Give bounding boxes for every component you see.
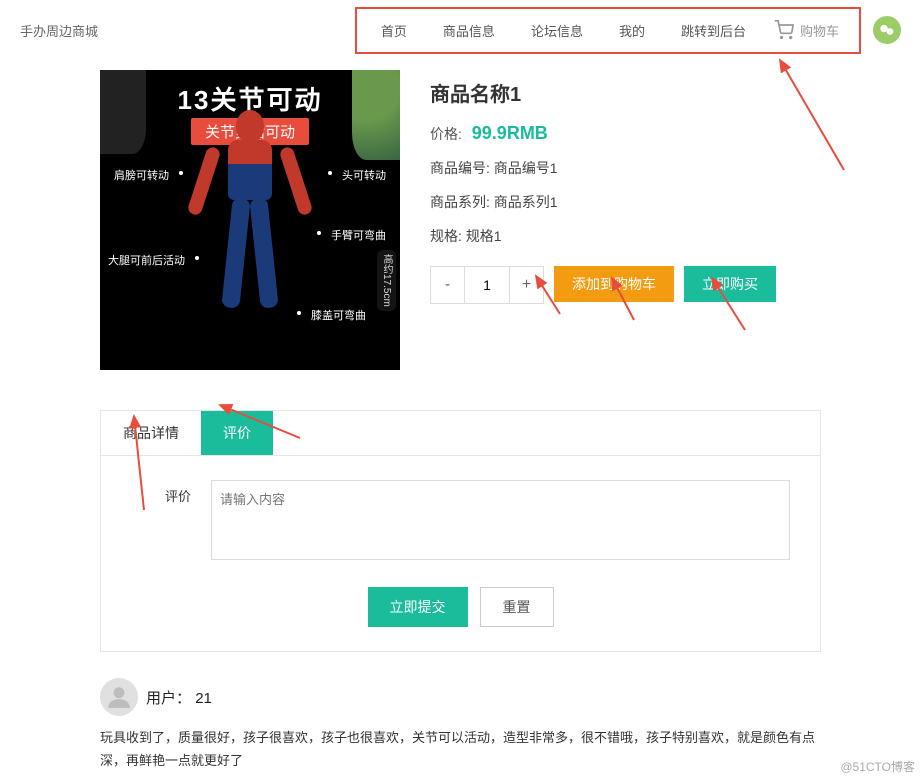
price-value: 99.9RMB bbox=[472, 123, 548, 143]
caption-thigh: 大腿可前后活动 bbox=[102, 250, 191, 270]
watermark: @51CTO博客 bbox=[840, 758, 915, 775]
quantity-stepper: - + bbox=[430, 266, 544, 304]
nav-forum[interactable]: 论坛信息 bbox=[513, 15, 601, 46]
caption-knee: 膝盖可弯曲 bbox=[305, 305, 372, 325]
buy-now-button[interactable]: 立即购买 bbox=[684, 266, 776, 302]
code-label: 商品编号: bbox=[430, 160, 490, 176]
avatar bbox=[100, 678, 138, 716]
cart-icon bbox=[774, 20, 794, 40]
review-user-id: 21 bbox=[195, 690, 212, 707]
review-user-label: 用户： bbox=[146, 690, 191, 707]
site-title: 手办周边商城 bbox=[20, 21, 98, 40]
review-text: 玩具收到了，质量很好，孩子很喜欢，孩子也很喜欢，关节可以活动，造型非常多，很不错… bbox=[100, 726, 821, 773]
review-textarea[interactable] bbox=[211, 480, 790, 560]
add-to-cart-button[interactable]: 添加到购物车 bbox=[554, 266, 674, 302]
series-label: 商品系列: bbox=[430, 194, 490, 210]
qty-plus-button[interactable]: + bbox=[509, 267, 543, 303]
reset-button[interactable]: 重置 bbox=[480, 587, 554, 627]
reviews-list: 用户： 21 玩具收到了，质量很好，孩子很喜欢，孩子也很喜欢，关节可以活动，造型… bbox=[100, 670, 821, 781]
qty-input[interactable] bbox=[465, 267, 509, 303]
submit-button[interactable]: 立即提交 bbox=[368, 587, 468, 627]
tab-review[interactable]: 评价 bbox=[201, 411, 273, 455]
nav-mine[interactable]: 我的 bbox=[601, 15, 663, 46]
tab-detail[interactable]: 商品详情 bbox=[101, 411, 201, 455]
review-item: 用户： 21 玩具收到了，质量很好，孩子很喜欢，孩子也很喜欢，关节可以活动，造型… bbox=[100, 670, 821, 781]
caption-head: 头可转动 bbox=[336, 165, 392, 185]
nav-admin[interactable]: 跳转到后台 bbox=[663, 15, 764, 46]
top-nav: 首页 商品信息 论坛信息 我的 跳转到后台 购物车 bbox=[355, 7, 861, 54]
caption-height: 高约17.5cm bbox=[377, 250, 396, 311]
price-label: 价格: bbox=[430, 126, 462, 142]
product-name: 商品名称1 bbox=[430, 78, 821, 107]
code-value: 商品编号1 bbox=[494, 160, 558, 176]
wechat-icon[interactable] bbox=[873, 16, 901, 44]
cart-link[interactable]: 购物车 bbox=[764, 16, 849, 44]
tabs-section: 商品详情 评价 评价 立即提交 重置 bbox=[100, 410, 821, 652]
nav-home[interactable]: 首页 bbox=[363, 15, 425, 46]
caption-shoulder: 肩膀可转动 bbox=[108, 165, 175, 185]
product-info: 商品名称1 价格: 99.9RMB 商品编号: 商品编号1 商品系列: 商品系列… bbox=[430, 70, 821, 370]
review-field-label: 评价 bbox=[131, 480, 191, 563]
qty-minus-button[interactable]: - bbox=[431, 267, 465, 303]
caption-arm: 手臂可弯曲 bbox=[325, 225, 392, 245]
series-value: 商品系列1 bbox=[494, 194, 558, 210]
cart-label: 购物车 bbox=[800, 21, 839, 40]
nav-products[interactable]: 商品信息 bbox=[425, 15, 513, 46]
spec-value: 规格1 bbox=[466, 228, 502, 244]
product-image: 13关节可动 关节灵活可动 肩膀可转动 头可转动 手臂可弯曲 大腿可前后活动 膝… bbox=[100, 70, 400, 370]
spec-label: 规格: bbox=[430, 228, 462, 244]
